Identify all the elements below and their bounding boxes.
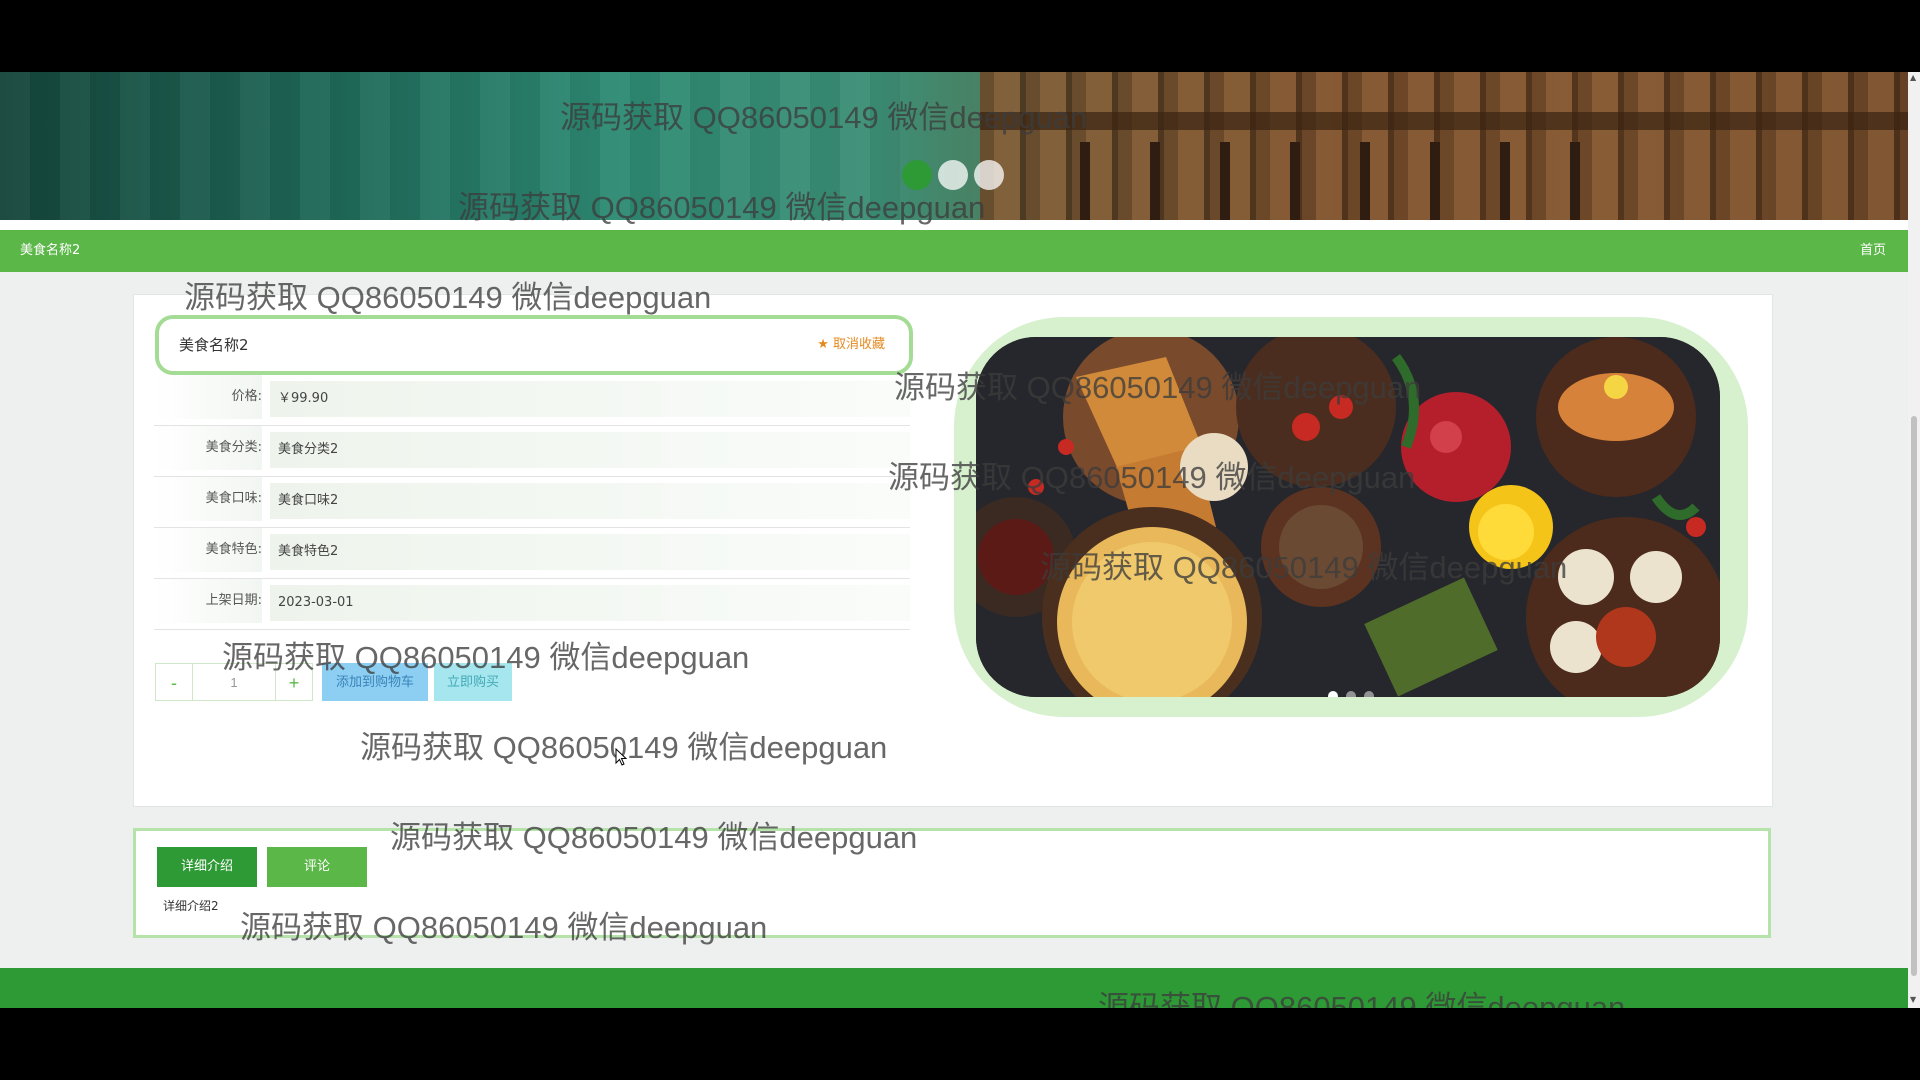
tab-detail[interactable]: 详细介绍 [157,847,257,887]
increase-button[interactable]: + [275,663,313,701]
banner-reflection [0,72,900,220]
mouse-cursor-icon [615,748,627,766]
listing-date-row: 上架日期: 2023-03-01 [154,579,910,630]
product-title: 美食名称2 [179,336,249,354]
listing-date-label: 上架日期: [154,579,262,623]
image-dot-3[interactable] [1364,691,1374,697]
add-to-cart-button[interactable]: 添加到购物车 [322,663,428,701]
banner-roofline [980,112,1908,130]
decrease-button[interactable]: - [155,663,193,701]
product-image[interactable] [976,337,1720,697]
banner-dot-3[interactable] [974,160,1004,190]
home-link[interactable]: 首页 [1860,230,1886,272]
unfavorite-label: 取消收藏 [832,337,885,352]
banner-dot-2[interactable] [938,160,968,190]
listing-date-value: 2023-03-01 [270,585,910,621]
unfavorite-button[interactable]: ★ 取消收藏 [817,319,885,371]
product-card: 美食名称2 ★ 取消收藏 价格: ￥99.90 美食分类: 美食分类2 美食口味… [133,294,1773,807]
image-dot-1[interactable] [1328,691,1338,697]
buy-now-button[interactable]: 立即购买 [434,663,512,701]
quantity-input[interactable] [193,663,275,701]
breadcrumb-title: 美食名称2 [20,243,81,258]
breadcrumb-bar: 美食名称2 首页 [0,230,1908,272]
product-image-frame [954,317,1748,717]
banner-piles [1080,142,1640,220]
scrollbar-thumb[interactable] [1911,416,1917,976]
detail-content: 详细介绍2 [163,899,219,913]
hero-banner [0,72,1908,220]
price-label: 价格: [154,375,262,419]
category-label: 美食分类: [154,426,262,470]
banner-dot-1[interactable] [902,160,932,190]
price-row: 价格: ￥99.90 [154,375,910,426]
tab-comments[interactable]: 评论 [267,847,367,887]
category-row: 美食分类: 美食分类2 [154,426,910,477]
image-dot-2[interactable] [1346,691,1356,697]
scroll-up-icon[interactable]: ▲ [1910,74,1916,82]
page-viewport: 美食名称2 首页 美食名称2 ★ 取消收藏 价格: ￥99.90 美食分类: 美… [0,72,1908,1008]
feature-value: 美食特色2 [270,534,910,570]
food-illustration [976,337,1720,697]
taste-label: 美食口味: [154,477,262,521]
vertical-scrollbar[interactable]: ▲ ▼ [1908,72,1920,1008]
detail-panel: 详细介绍 评论 详细介绍2 [133,828,1771,938]
taste-value: 美食口味2 [270,483,910,519]
footer-bar [0,968,1908,1008]
scroll-down-icon[interactable]: ▼ [1910,996,1916,1004]
star-icon: ★ [817,337,829,352]
banner-gap [0,220,1908,230]
category-value: 美食分类2 [270,432,910,468]
price-value: ￥99.90 [270,381,910,417]
taste-row: 美食口味: 美食口味2 [154,477,910,528]
feature-row: 美食特色: 美食特色2 [154,528,910,579]
product-title-box: 美食名称2 ★ 取消收藏 [155,315,913,375]
feature-label: 美食特色: [154,528,262,572]
